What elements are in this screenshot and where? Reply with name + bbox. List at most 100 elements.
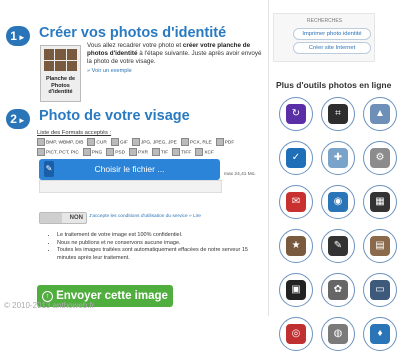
search-button-print-id[interactable]: Imprimer photo identité — [293, 28, 371, 40]
format-label: XCF — [204, 150, 214, 156]
file-name-field[interactable] — [39, 180, 222, 193]
max-size-label: max 24,41 Mo. — [224, 172, 256, 177]
accept-toggle[interactable]: NON — [39, 212, 87, 224]
step-1-title: Créer vos photos d'identité — [39, 25, 227, 41]
terms-link[interactable]: J'accepte les conditions d'utilisation d… — [89, 214, 201, 219]
step-2-title: Photo de votre visage — [39, 108, 190, 124]
format-label: PICT, PCT, PIC — [46, 150, 79, 156]
format-label: PSD — [115, 150, 126, 156]
formats-list: BMP, WBMP, DIB CUR GIF JPG, JPEG, JPE PCX, R… — [37, 138, 265, 159]
copyright-text: © 2010-2013 anthoweb.fr — [4, 301, 95, 310]
info-item: Toutes les images traitées sont automati… — [57, 247, 257, 262]
pyramid-icon: ▲ — [370, 104, 390, 124]
crop-icon: ⌗ — [328, 104, 348, 124]
format-label: TIF — [160, 150, 169, 156]
file-icon — [37, 138, 45, 146]
formats-label: Liste des Formats acceptés : — [37, 130, 112, 136]
globe-icon: ◉ — [328, 192, 348, 212]
file-icon — [195, 148, 204, 157]
main-panel: 1► Créer vos photos d'identité Planche d… — [0, 0, 269, 316]
search-box: RECHERCHES Imprimer photo identité Créer… — [273, 13, 375, 62]
file-icon — [172, 148, 181, 157]
tool-button[interactable]: ↻ — [279, 97, 313, 131]
tool-button[interactable]: ◍ — [321, 317, 355, 351]
tool-button[interactable]: ♦ — [363, 317, 397, 351]
search-button-website[interactable]: Créer site Internet — [293, 42, 371, 54]
tool-button[interactable]: ▭ — [363, 273, 397, 307]
thumbnail-caption: Planche de Photos d'identité — [45, 76, 76, 95]
toggle-knob — [40, 213, 62, 223]
step-2-number: 2 — [10, 112, 17, 126]
tool-button[interactable]: ▤ — [363, 229, 397, 263]
sample-thumbnail[interactable]: Planche de Photos d'identité — [40, 45, 81, 102]
ornament-icon: ✿ — [328, 280, 348, 300]
format-item: TIFF — [172, 148, 191, 158]
format-label: TIFF — [181, 150, 192, 156]
choose-file-button[interactable]: Choisir le fichier ... — [39, 159, 220, 180]
file-icon — [131, 138, 140, 146]
format-label: PDF — [224, 140, 235, 146]
format-item: PSD — [106, 148, 125, 158]
file-icon — [106, 148, 115, 157]
tool-button[interactable]: ◉ — [321, 185, 355, 219]
disc-icon: ◍ — [328, 324, 348, 344]
frame-icon: ▭ — [370, 280, 390, 300]
calendar-icon: ▤ — [370, 236, 390, 256]
cards-icon: ♦ — [370, 324, 390, 344]
step-1-badge: 1► — [6, 26, 30, 46]
tools-title: Plus d'outils photos en ligne — [276, 80, 392, 90]
info-list: Le traitement de votre image est 100% co… — [49, 232, 257, 262]
tool-button[interactable]: ⌗ — [321, 97, 355, 131]
format-item: PDF — [215, 138, 235, 148]
file-icon — [82, 148, 91, 157]
tool-button[interactable]: ▣ — [279, 273, 313, 307]
format-label: GIF — [119, 140, 128, 146]
info-item: Nous ne publions et ne conservons aucune… — [57, 240, 257, 248]
blocks-icon: ▦ — [370, 192, 390, 212]
tools-grid: ↻ ⌗ ▲ ✓ ✚ ⚙ ✉ ◉ ▦ ★ ✎ ▤ ▣ ✿ ▭ ◎ ◍ ♦ — [279, 97, 400, 351]
stamp-icon: ✉ — [286, 192, 306, 212]
format-item: TIF — [151, 148, 169, 158]
file-icon — [87, 138, 96, 146]
tool-button[interactable]: ✚ — [321, 141, 355, 175]
file-icon — [110, 138, 119, 146]
format-label: CUR — [96, 140, 107, 146]
check-icon: ✓ — [286, 148, 306, 168]
pencil-icon: ✎ — [328, 236, 348, 256]
file-icon — [215, 138, 224, 146]
file-icon — [180, 138, 189, 146]
certificate-icon: ★ — [286, 236, 306, 256]
tool-button[interactable]: ▦ — [363, 185, 397, 219]
tool-button[interactable]: ⚙ — [363, 141, 397, 175]
format-item: BMP, WBMP, DIB — [37, 138, 83, 148]
tool-button[interactable]: ✎ — [321, 229, 355, 263]
search-title: RECHERCHES — [307, 18, 343, 24]
play-icon: ► — [17, 116, 26, 125]
format-item: GIF — [110, 138, 128, 148]
step-2-badge: 2► — [6, 109, 30, 129]
format-item: PICT, PCT, PIC — [37, 148, 79, 158]
file-icon — [129, 148, 138, 157]
format-label: PXR — [138, 150, 148, 156]
tool-button[interactable]: ★ — [279, 229, 313, 263]
tool-button[interactable]: ◎ — [279, 317, 313, 351]
play-icon: ► — [17, 33, 26, 42]
tool-button[interactable]: ✿ — [321, 273, 355, 307]
see-example-link[interactable]: » Voir un exemple — [87, 68, 132, 74]
tool-button[interactable]: ▲ — [363, 97, 397, 131]
rotate-icon: ↻ — [286, 104, 306, 124]
tv-icon: ▣ — [286, 280, 306, 300]
toggle-state: NON — [69, 215, 83, 221]
format-item: PXR — [129, 148, 148, 158]
format-item: PNG — [82, 148, 102, 158]
puzzle-icon: ✚ — [328, 148, 348, 168]
format-label: PCX, RLE — [189, 140, 212, 146]
format-label: JPG, JPEG, JPE — [140, 140, 177, 146]
format-item: CUR — [87, 138, 107, 148]
info-item: Le traitement de votre image est 100% co… — [57, 232, 257, 240]
tool-button[interactable]: ✉ — [279, 185, 313, 219]
intro-text-part1: Vous allez recadrer votre photo et — [87, 42, 183, 49]
glasses-icon: ◎ — [286, 324, 306, 344]
format-item: XCF — [195, 148, 214, 158]
tool-button[interactable]: ✓ — [279, 141, 313, 175]
